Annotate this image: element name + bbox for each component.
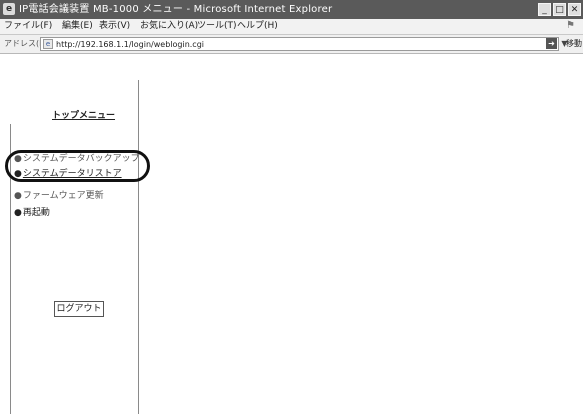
address-bar: アドレス(D) e http://192.168.1.1/login/weblo… bbox=[0, 34, 583, 54]
minimize-button[interactable]: _ bbox=[538, 3, 551, 16]
menu-view[interactable]: 表示(V) bbox=[99, 19, 130, 34]
address-url: http://192.168.1.1/login/weblogin.cgi bbox=[56, 40, 205, 49]
frame-divider bbox=[138, 80, 139, 414]
page-icon: e bbox=[43, 39, 53, 49]
top-menu-title: トップメニュー bbox=[52, 111, 116, 121]
window-title: IP電話会議装置 MB-1000 メニュー - Microsoft Intern… bbox=[19, 4, 333, 15]
go-arrow-icon[interactable]: ➜ bbox=[546, 38, 557, 49]
logout-button[interactable]: ログアウト bbox=[54, 301, 104, 317]
windows-flag-icon: ⚑ bbox=[566, 20, 575, 31]
go-label[interactable]: 移動 bbox=[566, 38, 582, 49]
highlight-ring bbox=[5, 150, 150, 182]
menu-item-firmware[interactable]: ●ファームウェア更新 bbox=[14, 188, 104, 201]
maximize-button[interactable]: □ bbox=[553, 3, 566, 16]
bullet-icon: ● bbox=[14, 208, 22, 218]
close-button[interactable]: ✕ bbox=[568, 3, 581, 16]
menu-item-reboot[interactable]: ●再起動 bbox=[14, 205, 50, 218]
address-input[interactable]: e http://192.168.1.1/login/weblogin.cgi bbox=[40, 37, 559, 51]
menu-favorites[interactable]: お気に入り(A) bbox=[140, 19, 198, 34]
menu-bar: ファイル(F) 編集(E) 表示(V) お気に入り(A) ツール(T) ヘルプ(… bbox=[0, 19, 583, 34]
ie-icon: e bbox=[3, 3, 15, 15]
menu-help[interactable]: ヘルプ(H) bbox=[237, 19, 278, 34]
menu-file[interactable]: ファイル(F) bbox=[4, 19, 52, 34]
page-content: トップメニュー ●システムデータバックアップ ●システムデータリストア ●ファー… bbox=[0, 54, 583, 414]
menu-tools[interactable]: ツール(T) bbox=[197, 19, 237, 34]
bullet-icon: ● bbox=[14, 191, 22, 201]
menu-edit[interactable]: 編集(E) bbox=[62, 19, 93, 34]
title-bar: e IP電話会議装置 MB-1000 メニュー - Microsoft Inte… bbox=[0, 0, 583, 19]
